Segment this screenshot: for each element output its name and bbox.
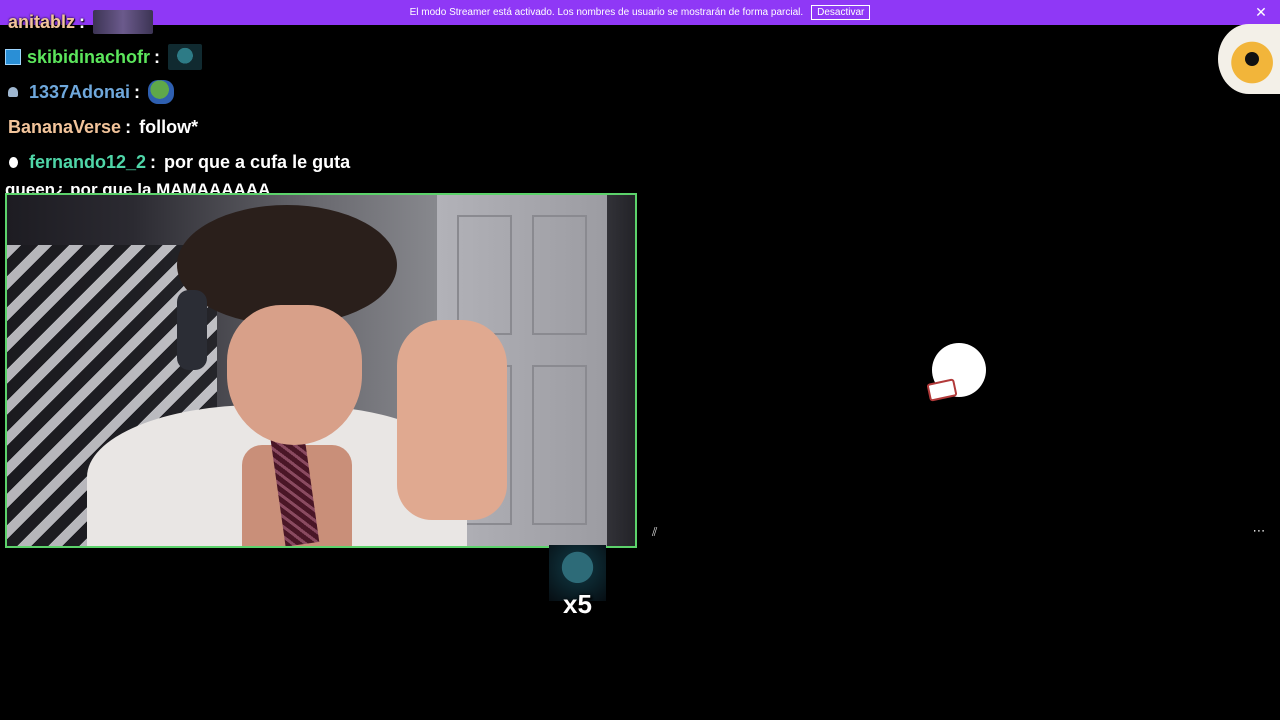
pepe-emote[interactable] (148, 80, 175, 104)
deactivate-button[interactable]: Desactivar (811, 5, 871, 20)
emote-combo: x5 (549, 545, 606, 619)
banner-text: El modo Streamer está activado. Los nomb… (409, 7, 804, 18)
chat-message-text: follow* (139, 116, 199, 137)
door-panel (457, 215, 512, 335)
chat-username[interactable]: BananaVerse (8, 117, 121, 138)
chat-separator: : (150, 151, 157, 172)
dot-badge-icon (9, 156, 18, 168)
chat-username[interactable]: 1337Adonai (29, 82, 130, 103)
chat-separator: : (154, 46, 161, 67)
orb-center (1245, 52, 1259, 66)
fish-emote[interactable] (168, 44, 203, 70)
combo-count: x5 (563, 589, 592, 619)
group-photo-emote[interactable] (93, 10, 154, 34)
chat-username[interactable]: fernando12_2 (29, 152, 146, 173)
sticker-orb-icon (1218, 24, 1280, 94)
chat-message: anitablz : (8, 7, 154, 37)
streamer-face (227, 305, 362, 445)
headset (177, 290, 207, 370)
streamer-hand (397, 320, 507, 520)
chat-separator: : (79, 11, 86, 32)
webcam-feed (5, 193, 637, 548)
door-panel (532, 365, 587, 525)
close-icon[interactable]: ✕ (1254, 5, 1268, 19)
chat-separator: : (134, 81, 141, 102)
chat-message-text: por que a cufa le guta (164, 151, 351, 172)
chat-message: 1337Adonai : (0, 77, 175, 107)
prime-badge-icon (5, 49, 21, 65)
chat-message: skibidinachofr : (0, 42, 203, 72)
streamer-mode-banner: El modo Streamer está activado. Los nomb… (0, 0, 1280, 25)
door-panel (532, 215, 587, 335)
chat-username[interactable]: anitablz (8, 12, 75, 33)
chat-separator: : (125, 116, 132, 137)
sub-badge-icon (8, 87, 18, 97)
chat-message: fernando12_2 : por que a cufa le guta (0, 147, 350, 177)
more-options-icon[interactable]: ⋯ (1249, 522, 1269, 540)
ghost-tag-icon (926, 378, 958, 402)
resize-handle-icon[interactable]: ⫽ (652, 525, 664, 539)
chat-username[interactable]: skibidinachofr (27, 47, 150, 68)
chat-message: BananaVerse : follow* (8, 112, 198, 142)
